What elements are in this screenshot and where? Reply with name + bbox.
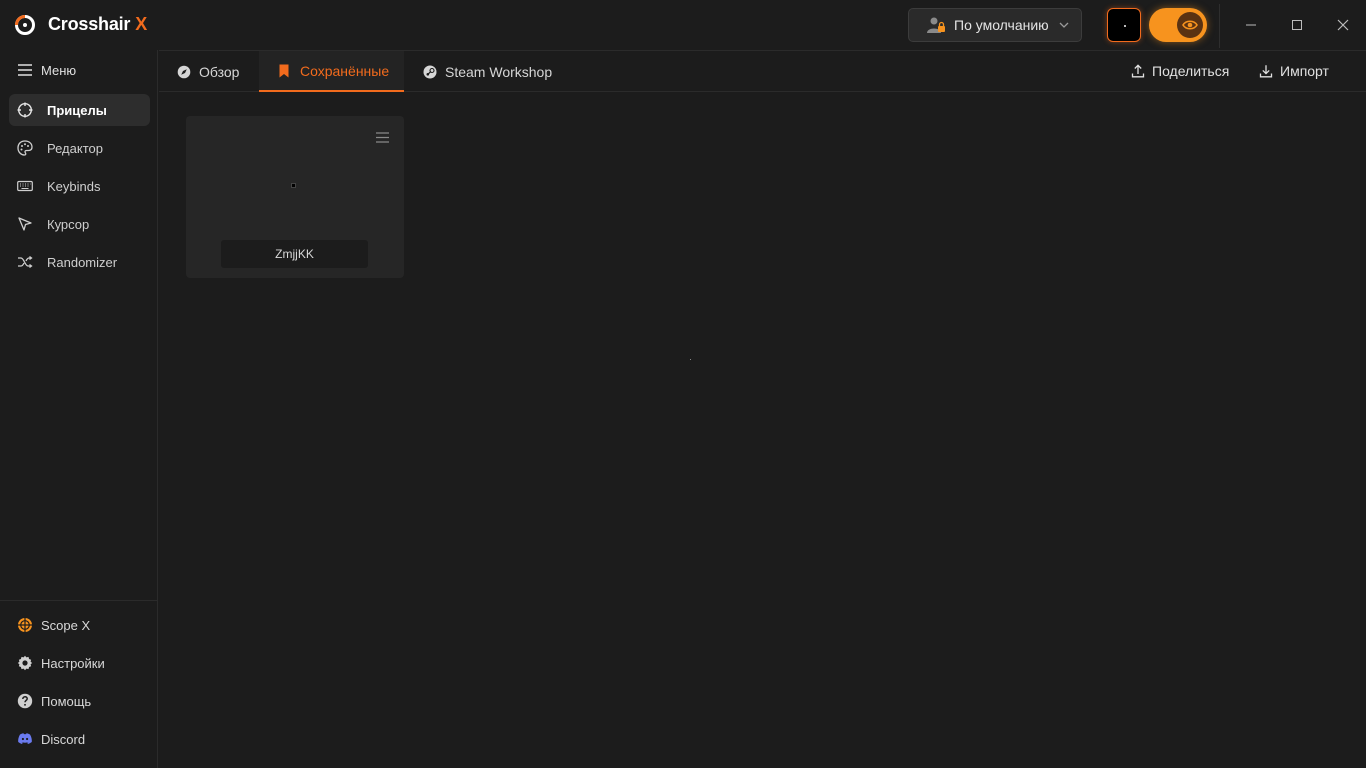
sidebar-divider [0,600,158,601]
crosshair-icon [17,102,33,118]
tab-overview[interactable]: Обзор [177,51,239,92]
crosshair-thumbnail [291,183,296,188]
tab-steam-workshop[interactable]: Steam Workshop [423,51,552,92]
import-button[interactable]: Импорт [1259,63,1329,79]
sidebar-item-label: Randomizer [47,254,118,270]
help-icon [17,693,33,709]
preview-dot [1124,25,1126,27]
title-bar: Crosshair X По умолчанию [0,0,1366,50]
maximize-icon [1292,20,1302,30]
sidebar-item-label: Настройки [41,655,105,671]
upload-icon [1131,64,1145,78]
sidebar: Меню Прицелы Редактор Keybinds Курсор Ra… [0,50,158,768]
download-icon [1259,65,1273,78]
cursor-dot [690,359,691,360]
user-lock-icon [927,17,945,33]
sidebar-item-help[interactable]: Помощь [17,692,91,710]
hamburger-icon [18,64,32,76]
gear-icon [17,655,33,671]
profile-select[interactable]: По умолчанию [908,8,1082,42]
sidebar-item-label: Keybinds [47,178,101,194]
sidebar-item-label: Редактор [47,140,103,156]
minimize-button[interactable] [1240,14,1262,36]
close-button[interactable] [1332,14,1354,36]
crosshair-preview-button[interactable] [1107,8,1141,42]
discord-icon [18,733,32,744]
menu-toggle-button[interactable]: Меню [18,62,76,78]
keyboard-icon [17,180,33,192]
share-label: Поделиться [1152,63,1230,79]
share-button[interactable]: Поделиться [1131,63,1229,79]
tab-saved[interactable]: Сохранённые [259,51,404,92]
palette-icon [17,140,33,156]
tabs-bar: Обзор Сохранённые Steam Workshop Поделит… [159,50,1366,92]
sidebar-item-randomizer[interactable]: Randomizer [9,246,150,278]
chevron-down-icon [1059,22,1069,28]
sidebar-item-label: Scope X [41,617,91,633]
bookmark-icon [279,64,289,77]
shuffle-icon [18,255,33,269]
scope-icon [18,618,32,632]
toggle-knob [1177,12,1203,38]
tab-label: Сохранённые [300,62,390,79]
crosshair-name: ZmjjKK [221,240,368,268]
sidebar-item-settings[interactable]: Настройки [17,654,105,672]
sidebar-item-label: Помощь [41,693,92,709]
app-logo-icon [15,15,35,35]
tab-label: Steam Workshop [445,63,553,80]
compass-icon [177,65,191,78]
profile-select-label: По умолчанию [954,17,1049,33]
card-menu-icon[interactable] [376,132,389,143]
menu-label: Меню [41,62,77,78]
sidebar-item-label: Прицелы [47,102,107,118]
sidebar-item-label: Discord [41,731,86,747]
steam-icon [423,65,437,78]
title-bar-separator [1219,4,1220,48]
tab-label: Обзор [199,63,240,80]
sidebar-item-label: Курсор [47,216,90,232]
sidebar-item-cursor[interactable]: Курсор [9,208,150,240]
close-icon [1337,19,1349,31]
sidebar-item-discord[interactable]: Discord [17,730,85,748]
saved-crosshair-card[interactable]: ZmjjKK [186,116,404,278]
sidebar-item-keybinds[interactable]: Keybinds [9,170,150,202]
sidebar-item-editor[interactable]: Редактор [9,132,150,164]
sidebar-item-crosshairs[interactable]: Прицелы [9,94,150,126]
crosshair-visibility-toggle[interactable] [1149,8,1207,42]
sidebar-item-scope-x[interactable]: Scope X [17,616,90,634]
maximize-button[interactable] [1286,14,1308,36]
cursor-icon [18,217,32,231]
eye-icon [1182,20,1198,30]
minimize-icon [1246,24,1256,26]
import-label: Импорт [1280,63,1329,79]
app-title: Crosshair X [48,14,148,34]
